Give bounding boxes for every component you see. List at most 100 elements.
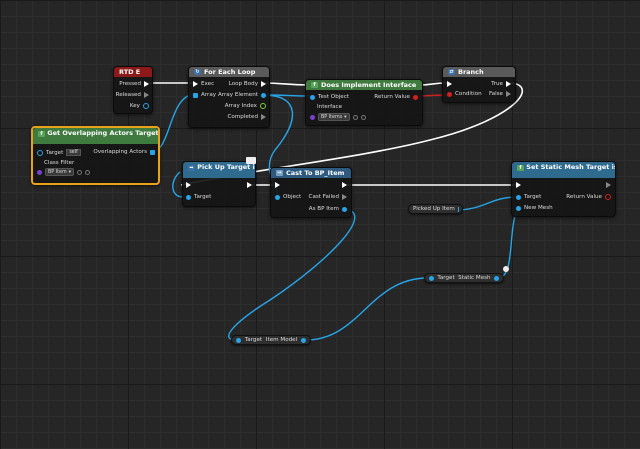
cast-header: ⇒ Cast To BP_Item [271, 168, 351, 178]
true-exec-pin[interactable] [506, 81, 511, 87]
object-wire [228, 208, 356, 341]
item-model-getter[interactable]: Target Item Model [231, 335, 311, 345]
cast-icon: ⇒ [276, 170, 283, 176]
interface-pin[interactable] [310, 114, 315, 120]
class-filter-pin[interactable] [37, 169, 42, 175]
interface-function-icon: f [311, 82, 318, 88]
for-each-loop-title: For Each Loop [204, 68, 256, 76]
as-bp-item-label: As BP Item [308, 206, 339, 212]
does-implement-interface-header: f Does Implement Interface [306, 80, 422, 90]
set-mesh-exec-out-pin[interactable] [606, 182, 611, 188]
browse-icon[interactable] [352, 114, 358, 120]
branch-node[interactable]: ⇄ Branch Condition True False [442, 66, 516, 103]
for-each-loop-node[interactable]: ↻ For Each Loop Exec Array Loop Body Arr… [188, 66, 270, 128]
set-static-mesh-title: Set Static Mesh [526, 163, 584, 171]
set-mesh-return-pin[interactable] [605, 194, 611, 200]
item-model-out-pin[interactable] [300, 337, 306, 343]
loop-body-exec-pin[interactable] [261, 81, 266, 87]
array-element-label: Array Element [217, 92, 258, 98]
set-mesh-exec-in-pin[interactable] [516, 182, 521, 188]
test-object-pin[interactable] [310, 94, 315, 100]
cast-to-bp-item-node[interactable]: ⇒ Cast To BP_Item Object Cast Failed As … [270, 167, 352, 218]
return-value-label: Return Value [374, 94, 410, 100]
reroute-node[interactable] [503, 266, 509, 272]
does-implement-interface-node[interactable]: f Does Implement Interface Test Object I… [305, 79, 423, 126]
test-object-label: Test Object [318, 94, 350, 100]
envelope-icon [246, 157, 256, 164]
key-e-event-node[interactable]: RTD E Pressed Released Key [113, 66, 153, 114]
pick-up-node[interactable]: ➥ Pick Up Target is BP Items Target [182, 161, 256, 207]
pick-up-header: ➥ Pick Up Target is BP Items [183, 162, 255, 178]
blueprint-graph-canvas[interactable]: RTD E Pressed Released Key ↻ For Each Lo… [0, 0, 640, 449]
released-exec-pin[interactable] [144, 92, 149, 98]
set-static-mesh-subtitle: Target is Static Mesh Component [586, 163, 615, 171]
return-value-pin[interactable] [413, 94, 418, 100]
cast-exec-out-pin[interactable] [342, 182, 347, 188]
set-mesh-target-label: Target [524, 194, 542, 200]
browse-icon[interactable] [77, 169, 83, 175]
pick-up-subtitle: Target is BP Items [226, 163, 255, 171]
array-index-pin[interactable] [260, 103, 266, 109]
pressed-label: Pressed [119, 81, 141, 87]
get-overlapping-actors-node[interactable]: f Get Overlapping Actors Target is Actor… [31, 126, 160, 185]
function-icon: f [38, 131, 45, 137]
key-e-event-title: RTD E [119, 68, 141, 76]
search-icon[interactable] [85, 169, 91, 175]
picked-up-item-variable[interactable]: Picked Up Item [408, 204, 463, 214]
pressed-exec-pin[interactable] [144, 81, 149, 87]
cast-exec-in-pin[interactable] [275, 182, 280, 188]
array-element-pin[interactable] [261, 92, 266, 98]
get-overlapping-actors-title: Get Overlapping Actors [47, 129, 133, 137]
exec-label: Exec [201, 81, 215, 87]
pick-up-title: Pick Up [197, 163, 225, 171]
as-bp-item-pin[interactable] [342, 206, 347, 212]
array-in-pin[interactable] [193, 92, 198, 98]
static-mesh-target-label: Target [437, 275, 455, 281]
condition-pin[interactable] [447, 91, 452, 97]
exec-wire [262, 82, 311, 86]
cast-failed-pin[interactable] [342, 194, 347, 200]
self-value: self [66, 149, 81, 156]
key-pin[interactable] [143, 103, 149, 109]
branch-exec-in-pin[interactable] [447, 81, 452, 87]
get-overlapping-actors-subtitle: Target is Actor [135, 129, 158, 137]
for-each-exec-in-pin[interactable] [193, 81, 198, 87]
interface-label: Interface [317, 104, 343, 110]
overlapping-actors-pin[interactable] [150, 149, 155, 155]
search-icon[interactable] [360, 114, 366, 120]
static-mesh-target-pin[interactable] [429, 275, 434, 281]
static-mesh-value-label: Static Mesh [458, 275, 491, 281]
object-pin[interactable] [275, 194, 280, 200]
wires-layer [145, 82, 524, 341]
new-mesh-pin[interactable] [516, 205, 521, 211]
false-exec-pin[interactable] [506, 91, 511, 97]
get-overlapping-actors-header: f Get Overlapping Actors Target is Actor [33, 128, 158, 144]
item-model-target-pin[interactable] [236, 337, 241, 343]
condition-label: Condition [455, 91, 482, 97]
set-mesh-target-pin[interactable] [516, 194, 521, 200]
static-mesh-out-pin[interactable] [494, 275, 499, 281]
interface-select[interactable]: BP Items ▾ [318, 113, 350, 121]
cast-title: Cast To BP_Item [286, 169, 345, 177]
pick-up-target-pin[interactable] [186, 194, 191, 200]
key-label: Key [129, 103, 140, 109]
true-label: True [491, 81, 503, 87]
does-implement-interface-title: Does Implement Interface [321, 81, 417, 89]
class-filter-select[interactable]: BP Item ▾ [45, 168, 75, 176]
released-label: Released [115, 92, 141, 98]
key-e-event-header: RTD E [114, 67, 152, 77]
completed-exec-pin[interactable] [261, 114, 266, 120]
pick-up-target-label: Target [194, 194, 212, 200]
pick-up-exec-in-pin[interactable] [186, 182, 191, 188]
pick-up-exec-out-pin[interactable] [247, 182, 252, 188]
false-label: False [488, 91, 503, 97]
branch-title: Branch [458, 68, 484, 76]
static-mesh-getter[interactable]: Target Static Mesh [424, 273, 504, 283]
branch-icon: ⇄ [448, 69, 455, 75]
cast-failed-label: Cast Failed [308, 194, 339, 200]
object-wire [454, 196, 518, 211]
object-wire [305, 277, 429, 341]
interface-message-icon: ➥ [188, 165, 195, 171]
target-pin[interactable] [37, 149, 43, 156]
set-static-mesh-node[interactable]: f Set Static Mesh Target is Static Mesh … [511, 161, 616, 217]
